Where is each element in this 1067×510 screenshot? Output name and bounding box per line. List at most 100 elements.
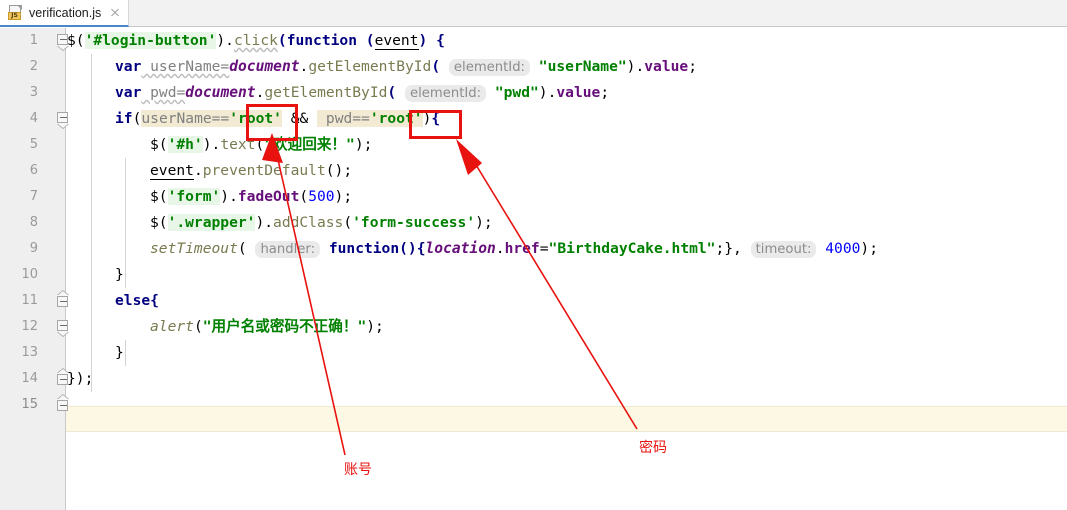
code-token: preventDefault bbox=[202, 162, 326, 179]
code-token: ) { bbox=[418, 32, 445, 49]
editor-gutter[interactable]: 1 2 3 4 5 6 7 8 9 10 11 12 13 14 15 bbox=[0, 28, 66, 510]
code-line-13: } bbox=[67, 340, 1067, 366]
fold-region-rail bbox=[65, 28, 66, 510]
code-token: ( bbox=[255, 136, 265, 153]
code-line-2: var userName=document.getElementById( el… bbox=[67, 54, 1067, 80]
line-number: 2 bbox=[29, 59, 38, 74]
line-number: 11 bbox=[21, 293, 38, 308]
close-icon[interactable] bbox=[109, 7, 121, 19]
javascript-file-icon: JS bbox=[8, 5, 23, 20]
code-token: fadeOut bbox=[237, 188, 300, 205]
code-token: = bbox=[539, 240, 549, 257]
code-token: alert bbox=[150, 318, 194, 335]
code-token: var bbox=[115, 84, 142, 101]
line-number: 4 bbox=[29, 111, 38, 126]
code-token: ( bbox=[299, 188, 309, 205]
code-token: ; bbox=[688, 58, 697, 75]
line-number: 14 bbox=[21, 371, 38, 386]
tab-label: verification.js bbox=[29, 5, 102, 20]
code-token: userName== bbox=[141, 110, 230, 127]
line-number: 9 bbox=[29, 241, 38, 256]
code-line-6: event.preventDefault(); bbox=[67, 158, 1067, 184]
code-token: pwd= bbox=[141, 84, 186, 101]
code-token: ; bbox=[600, 84, 610, 101]
code-line-3: var pwd=document.getElementById( element… bbox=[67, 80, 1067, 106]
line-number: 15 bbox=[21, 397, 38, 412]
code-token: '#h' bbox=[167, 136, 203, 153]
code-token: function bbox=[286, 32, 357, 49]
inlay-hint-handler: handler: bbox=[255, 241, 321, 258]
code-token: ( bbox=[343, 214, 353, 231]
code-token: ( bbox=[277, 32, 287, 49]
inlay-hint-timeout: timeout: bbox=[750, 241, 817, 258]
code-token: ( bbox=[431, 58, 449, 75]
code-token: 'form-success' bbox=[352, 214, 476, 231]
code-token: value bbox=[644, 58, 689, 75]
code-token: }); bbox=[67, 370, 94, 387]
code-token: $( bbox=[150, 214, 168, 231]
code-token: userName= bbox=[141, 58, 230, 75]
code-line-4: if(userName=='root' && pwd=='root'){ bbox=[67, 106, 1067, 132]
code-token: var bbox=[115, 58, 142, 75]
code-token: ); bbox=[860, 240, 878, 257]
code-token: if bbox=[115, 110, 133, 127]
code-token: "BirthdayCake.html" bbox=[548, 240, 716, 257]
screen-root: JS verification.js 1 2 3 4 5 6 7 8 9 10 … bbox=[0, 0, 1067, 510]
line-number: 7 bbox=[29, 189, 38, 204]
code-token: (){ bbox=[399, 240, 426, 257]
code-token-root-1: 'root' bbox=[229, 110, 282, 127]
code-line-12: alert("用户名或密码不正确！"); bbox=[67, 314, 1067, 340]
code-token: ( bbox=[193, 318, 203, 335]
code-token: setTimeout bbox=[150, 240, 238, 257]
editor-tab-bar: JS verification.js bbox=[0, 0, 1067, 27]
tab-verification-js[interactable]: JS verification.js bbox=[0, 0, 130, 27]
code-token: location bbox=[425, 240, 496, 257]
line-number: 5 bbox=[29, 137, 38, 152]
code-editor[interactable]: 1 2 3 4 5 6 7 8 9 10 11 12 13 14 15 $('#… bbox=[0, 28, 1067, 510]
code-token: pwd== bbox=[317, 110, 370, 127]
code-token: "用户名或密码不正确！" bbox=[202, 318, 367, 335]
line-number: 3 bbox=[29, 85, 38, 100]
code-token: "pwd" bbox=[486, 84, 539, 101]
code-token: ). bbox=[255, 214, 274, 231]
code-token: function bbox=[320, 240, 400, 257]
code-token: ); bbox=[334, 188, 353, 205]
code-token: ). bbox=[626, 58, 645, 75]
code-line-11: else{ bbox=[67, 288, 1067, 314]
code-line-5: $('#h').text("欢迎回来！"); bbox=[67, 132, 1067, 158]
code-token: . bbox=[299, 58, 309, 75]
line-number: 13 bbox=[21, 345, 38, 360]
line-number: 12 bbox=[21, 319, 38, 334]
code-token: addClass bbox=[273, 214, 344, 231]
code-token: "欢迎回来！" bbox=[264, 136, 355, 153]
code-token: } bbox=[115, 344, 124, 361]
line-number: 1 bbox=[29, 33, 38, 48]
code-token: . bbox=[495, 240, 505, 257]
code-token: ( bbox=[387, 84, 405, 101]
code-token: { bbox=[150, 292, 159, 309]
code-token: "userName" bbox=[530, 58, 627, 75]
code-token: . bbox=[225, 32, 234, 49]
code-content[interactable]: $('#login-button').click(function (event… bbox=[67, 28, 1067, 510]
code-token: href bbox=[504, 240, 540, 257]
code-token: text bbox=[220, 136, 256, 153]
code-token: ); bbox=[366, 318, 384, 335]
code-token: event bbox=[374, 32, 419, 50]
code-token: ). bbox=[220, 188, 238, 205]
code-line-10: } bbox=[67, 262, 1067, 288]
code-token: ( bbox=[237, 240, 256, 257]
code-token: getElementById bbox=[308, 58, 432, 75]
code-line-9: setTimeout( handler: function(){location… bbox=[67, 236, 1067, 262]
code-line-1: $('#login-button').click(function (event… bbox=[67, 28, 1067, 54]
code-token: ). bbox=[202, 136, 221, 153]
code-token: ;}, bbox=[715, 240, 751, 257]
code-token: ( bbox=[357, 32, 375, 49]
code-token: ); bbox=[475, 214, 493, 231]
line-number: 8 bbox=[29, 215, 38, 230]
line-number: 6 bbox=[29, 163, 38, 178]
code-token: $( bbox=[67, 32, 85, 49]
code-token: '#login-button' bbox=[84, 32, 217, 49]
code-token: click bbox=[233, 32, 278, 49]
